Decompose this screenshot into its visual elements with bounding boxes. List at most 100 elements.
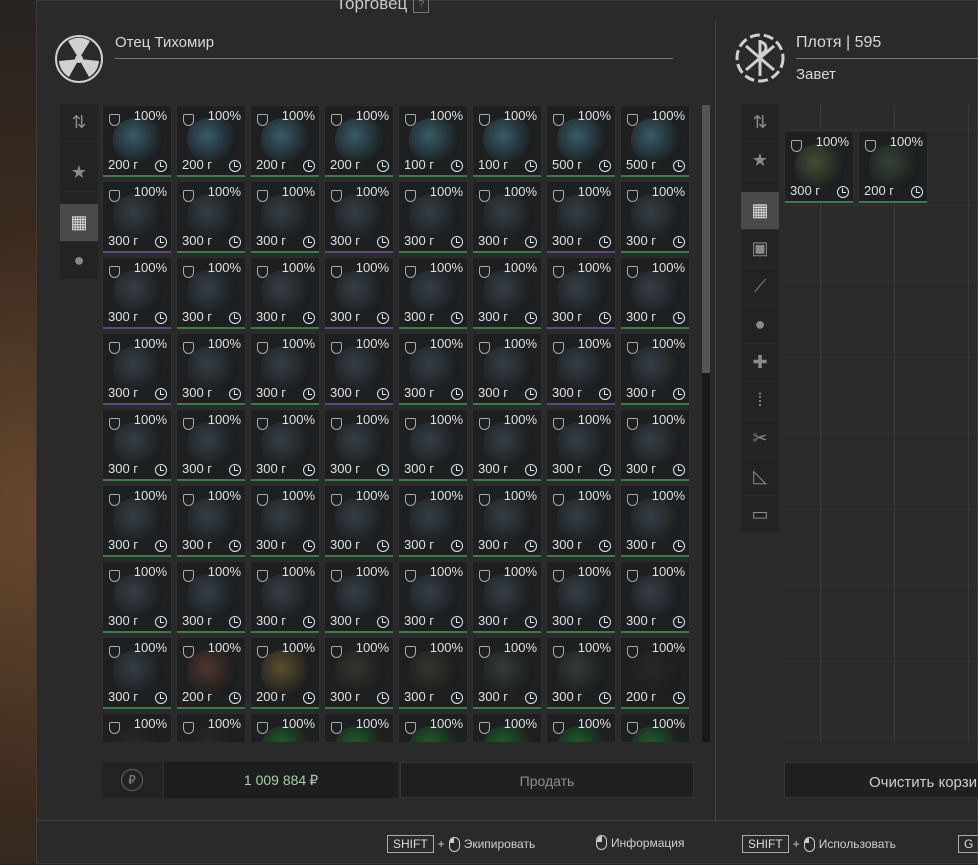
inventory-slot[interactable]: 100% 500 г (546, 105, 616, 177)
trader-scrollbar[interactable] (702, 105, 710, 742)
inventory-slot[interactable]: 100% 500 г (620, 105, 690, 177)
inventory-slot[interactable]: 100% 300 г (472, 409, 542, 481)
inventory-slot[interactable]: 100% 300 г (620, 561, 690, 633)
filter-rifle-icon[interactable]: ⟋ (741, 268, 779, 306)
inventory-slot[interactable]: 100% 300 г (620, 333, 690, 405)
hint-info[interactable]: Информация (596, 835, 684, 850)
inventory-slot[interactable]: 100% (472, 713, 542, 742)
currency-toggle[interactable]: ₽ (102, 762, 162, 798)
inventory-slot[interactable]: 100% 200 г (176, 637, 246, 709)
hint-equip[interactable]: SHIFT + Экипировать (387, 835, 535, 853)
inventory-slot[interactable]: 100% 300 г (472, 257, 542, 329)
inventory-slot[interactable]: 100% 300 г (620, 409, 690, 481)
hint-use[interactable]: SHIFT + Использовать (742, 835, 896, 853)
inventory-slot[interactable]: 100% 300 г (546, 637, 616, 709)
inventory-slot[interactable]: 100% 200 г (250, 105, 320, 177)
inventory-slot[interactable]: 100% 300 г (620, 257, 690, 329)
inventory-slot[interactable]: 100% 300 г (324, 637, 394, 709)
inventory-slot[interactable]: 100% (176, 713, 246, 742)
inventory-slot[interactable]: 100% 300 г (102, 409, 172, 481)
inventory-slot[interactable]: 100% 300 г (324, 561, 394, 633)
filter-medkit-icon[interactable]: ✚ (741, 344, 779, 382)
inventory-slot[interactable]: 100% 300 г (472, 561, 542, 633)
inventory-slot[interactable]: 100% 200 г (102, 105, 172, 177)
inventory-slot[interactable]: 100% 200 г (176, 105, 246, 177)
artifact-icon (261, 194, 311, 238)
help-button[interactable]: ? (413, 0, 430, 13)
inventory-slot[interactable]: 100% 300 г (620, 181, 690, 253)
inventory-slot[interactable]: 100% 300 г (398, 485, 468, 557)
inventory-slot[interactable]: 100% 300 г (324, 181, 394, 253)
inventory-slot[interactable]: 100% 300 г (546, 561, 616, 633)
inventory-slot[interactable]: 100% 300 г (472, 181, 542, 253)
inventory-slot[interactable]: 100% 300 г (102, 333, 172, 405)
filter-sort-icon[interactable]: ⇅ (60, 104, 98, 142)
inventory-slot[interactable]: 100% 300 г (250, 181, 320, 253)
inventory-slot[interactable]: 100% (620, 713, 690, 742)
inventory-slot[interactable]: 100% 300 г (324, 257, 394, 329)
filter-artifact-icon[interactable]: ● (60, 242, 98, 280)
inventory-slot[interactable]: 100% 300 г (324, 485, 394, 557)
inventory-slot[interactable]: 100% 300 г (546, 257, 616, 329)
inventory-slot[interactable]: 100% (398, 713, 468, 742)
inventory-slot[interactable]: 100% 300 г (398, 409, 468, 481)
inventory-slot[interactable]: 100% 300 г (250, 333, 320, 405)
trader-scrollbar-thumb[interactable] (702, 105, 710, 373)
inventory-slot[interactable]: 100% 300 г (176, 181, 246, 253)
inventory-slot[interactable]: 100% 300 г (250, 257, 320, 329)
inventory-slot[interactable]: 100% (250, 713, 320, 742)
inventory-slot[interactable]: 100% 300 г (620, 485, 690, 557)
inventory-slot[interactable]: 100% 300 г (176, 409, 246, 481)
filter-star-icon[interactable]: ★ (741, 142, 779, 180)
inventory-slot[interactable]: 100% 300 г (102, 637, 172, 709)
filter-tools-icon[interactable]: ✂ (741, 420, 779, 458)
inventory-slot[interactable]: 100% (324, 713, 394, 742)
inventory-slot[interactable]: 100% 300 г (472, 485, 542, 557)
inventory-slot[interactable]: 100% 200 г (324, 105, 394, 177)
filter-grid-icon[interactable]: ▦ (60, 204, 98, 242)
inventory-slot[interactable]: 100% 300 г (784, 131, 854, 203)
inventory-slot[interactable]: 100% 300 г (102, 257, 172, 329)
inventory-slot[interactable]: 100% 300 г (324, 409, 394, 481)
inventory-slot[interactable]: 100% 300 г (250, 485, 320, 557)
inventory-slot[interactable]: 100% 300 г (398, 333, 468, 405)
inventory-slot[interactable]: 100% 300 г (398, 561, 468, 633)
inventory-slot[interactable]: 100% 300 г (250, 561, 320, 633)
inventory-slot[interactable]: 100% 300 г (472, 333, 542, 405)
inventory-slot[interactable]: 100% 300 г (176, 333, 246, 405)
inventory-slot[interactable]: 100% (102, 713, 172, 742)
filter-star-icon[interactable]: ★ (60, 154, 98, 192)
inventory-slot[interactable]: 100% 100 г (398, 105, 468, 177)
inventory-slot[interactable]: 100% 300 г (176, 485, 246, 557)
filter-ruler-icon[interactable]: ◺ (741, 458, 779, 496)
inventory-slot[interactable]: 100% 300 г (546, 485, 616, 557)
inventory-slot[interactable]: 100% 300 г (250, 409, 320, 481)
filter-backpack-icon[interactable]: ▣ (741, 230, 779, 268)
inventory-slot[interactable]: 100% 300 г (176, 257, 246, 329)
inventory-slot[interactable]: 100% 300 г (472, 637, 542, 709)
inventory-slot[interactable]: 100% 300 г (398, 637, 468, 709)
inventory-slot[interactable]: 100% 300 г (102, 181, 172, 253)
inventory-slot[interactable]: 100% 300 г (398, 181, 468, 253)
inventory-slot[interactable]: 100% (546, 713, 616, 742)
inventory-slot[interactable]: 100% 300 г (546, 333, 616, 405)
filter-sort-icon[interactable]: ⇅ (741, 104, 779, 142)
inventory-slot[interactable]: 100% 200 г (250, 637, 320, 709)
inventory-slot[interactable]: 100% 300 г (102, 485, 172, 557)
inventory-slot[interactable]: 100% 200 г (620, 637, 690, 709)
inventory-slot[interactable]: 100% 100 г (472, 105, 542, 177)
filter-ammo-icon[interactable]: ⁞ (741, 382, 779, 420)
clear-cart-button[interactable]: Очистить корзи (784, 762, 978, 798)
inventory-slot[interactable]: 100% 300 г (102, 561, 172, 633)
inventory-slot[interactable]: 100% 300 г (546, 409, 616, 481)
hint-g[interactable]: G (958, 835, 978, 853)
inventory-slot[interactable]: 100% 300 г (324, 333, 394, 405)
inventory-slot[interactable]: 100% 300 г (176, 561, 246, 633)
inventory-slot[interactable]: 100% 300 г (546, 181, 616, 253)
sell-button[interactable]: Продать (400, 762, 694, 798)
filter-box-icon[interactable]: ▭ (741, 496, 779, 534)
filter-grid-icon[interactable]: ▦ (741, 192, 779, 230)
inventory-slot[interactable]: 100% 200 г (858, 131, 928, 203)
filter-artifact-icon[interactable]: ● (741, 306, 779, 344)
inventory-slot[interactable]: 100% 300 г (398, 257, 468, 329)
